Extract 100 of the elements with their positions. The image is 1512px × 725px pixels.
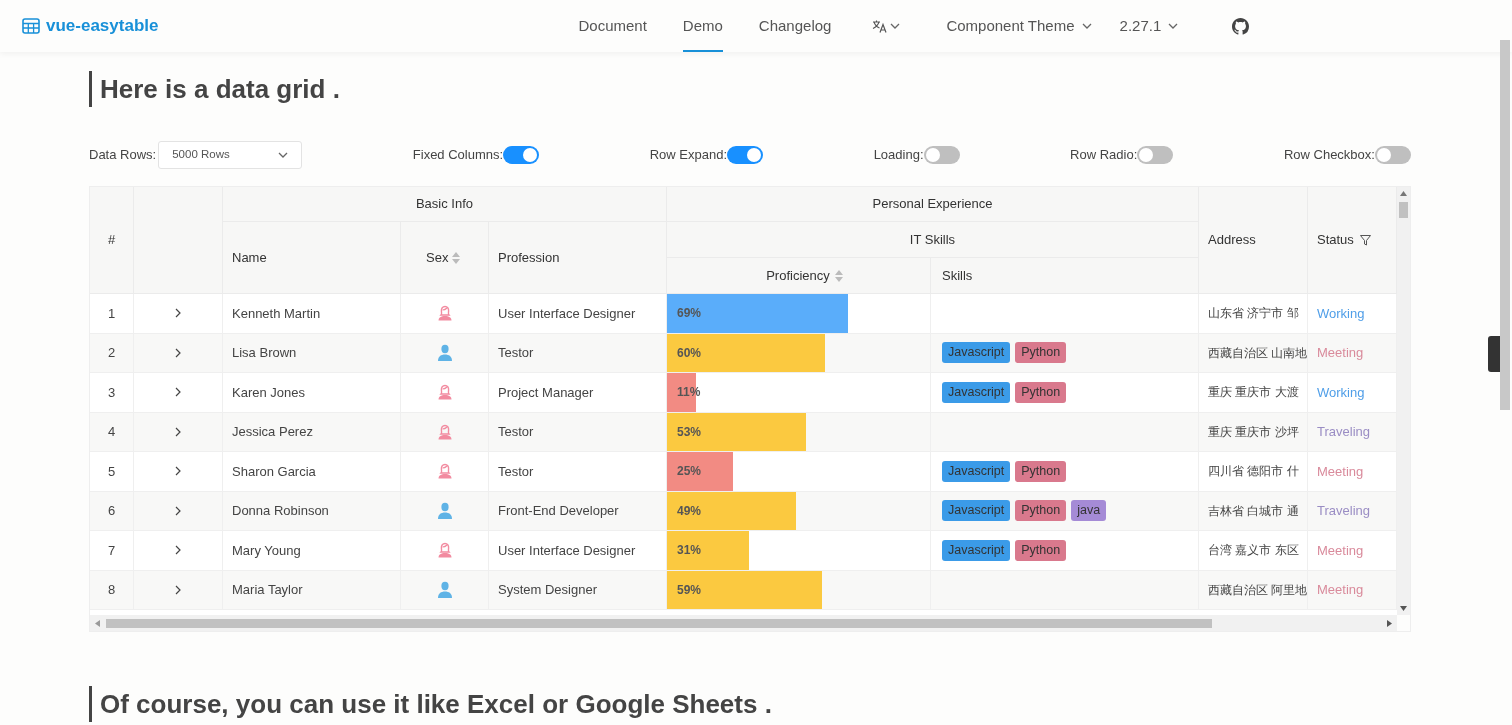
- skill-tag: Python: [1015, 500, 1067, 522]
- field-label: Data Rows:: [89, 146, 157, 165]
- expand-chevron-icon[interactable]: [175, 308, 181, 319]
- skill-tag: Python: [1015, 539, 1067, 561]
- row-number: 4: [107, 423, 116, 441]
- vertical-scrollbar[interactable]: [1397, 187, 1410, 615]
- translate-icon: [872, 19, 888, 33]
- percent-label: 60%: [677, 345, 702, 361]
- status-text: Traveling: [1317, 502, 1370, 520]
- theme-menu[interactable]: Component Theme: [946, 14, 1092, 38]
- column-header: Skills: [942, 266, 973, 285]
- row-number: 8: [107, 581, 116, 599]
- female-user-icon: [436, 384, 453, 401]
- toggle-label: Loading:: [873, 146, 924, 165]
- row-number: 5: [107, 462, 116, 481]
- expand-chevron-icon[interactable]: [175, 466, 181, 477]
- expand-chevron-icon[interactable]: [175, 387, 181, 398]
- horizontal-scrollbar[interactable]: [90, 615, 1397, 631]
- skill-tag: java: [1071, 500, 1107, 522]
- expand-chevron-icon[interactable]: [175, 545, 181, 556]
- language-menu[interactable]: [872, 19, 901, 33]
- table-cell-text: Donna Robinson: [232, 502, 329, 520]
- nav-link[interactable]: Document: [578, 0, 647, 52]
- table-cell-text: User Interface Designer: [498, 304, 636, 323]
- status-text: Working: [1317, 383, 1365, 402]
- table-cell-text: 山东省 济宁市 邹: [1208, 305, 1299, 323]
- percent-label: 53%: [677, 424, 702, 440]
- scroll-up-icon[interactable]: [1400, 191, 1407, 196]
- table-cell-text: 西藏自治区 山南地: [1208, 344, 1307, 362]
- toggle-switch[interactable]: [503, 146, 540, 164]
- skill-tag: Javascript: [942, 460, 1011, 482]
- table-cell-text: Jessica Perez: [232, 423, 313, 441]
- chevron-down-icon: [1168, 23, 1179, 29]
- scrollbar-thumb[interactable]: [106, 618, 1212, 628]
- table-cell-text: 吉林省 白城市 通: [1208, 502, 1299, 520]
- toggle-switch[interactable]: [923, 146, 960, 164]
- row-number: 3: [107, 383, 116, 402]
- chevron-down-icon: [890, 23, 901, 29]
- row-number: 1: [107, 304, 116, 323]
- toggle-label: Fixed Columns:: [412, 146, 504, 165]
- user-icon: [436, 502, 453, 520]
- status-text: Traveling: [1317, 423, 1370, 441]
- table-cell-text: Testor: [498, 344, 534, 362]
- section-heading: Here is a data grid .: [89, 71, 1411, 107]
- user-icon: [436, 581, 453, 599]
- skill-tag: Python: [1015, 381, 1067, 403]
- column-header: Status: [1317, 231, 1354, 250]
- version-menu[interactable]: 2.27.1: [1119, 14, 1179, 38]
- row-number: 7: [107, 541, 116, 560]
- skill-tag: Javascript: [942, 381, 1011, 403]
- toggle-switch[interactable]: [1374, 146, 1411, 164]
- skill-tag: Javascript: [942, 500, 1011, 522]
- rows-select[interactable]: 5000 Rows: [158, 141, 303, 169]
- nav-link[interactable]: Changelog: [758, 0, 832, 52]
- column-header: #: [107, 231, 116, 250]
- table-cell-text: Kenneth Martin: [232, 304, 321, 323]
- percent-label: 25%: [677, 464, 702, 479]
- scroll-left-icon[interactable]: [95, 619, 100, 627]
- column-header: Proficiency: [766, 266, 830, 285]
- table-cell-text: Sharon Garcia: [232, 462, 316, 481]
- column-group-header: Basic Info: [415, 195, 474, 214]
- nav-link[interactable]: Demo: [682, 0, 723, 52]
- female-user-icon: [436, 542, 453, 559]
- skill-tag: Python: [1015, 460, 1067, 482]
- expand-chevron-icon[interactable]: [175, 426, 181, 437]
- section-heading: Of course, you can use it like Excel or Google Sheets .: [89, 686, 772, 722]
- toggle-switch[interactable]: [1137, 146, 1174, 164]
- table-cell-text: User Interface Designer: [498, 541, 636, 560]
- expand-chevron-icon[interactable]: [175, 584, 181, 595]
- toggle-label: Row Checkbox:: [1283, 146, 1375, 165]
- user-icon: [436, 344, 453, 362]
- table-cell-text: 重庆 重庆市 沙坪: [1208, 423, 1299, 441]
- female-user-icon: [436, 463, 453, 480]
- table-cell-text: Karen Jones: [232, 383, 305, 402]
- female-user-icon: [436, 423, 453, 440]
- expand-chevron-icon[interactable]: [175, 347, 181, 358]
- status-text: Meeting: [1317, 344, 1364, 362]
- table-cell-text: Lisa Brown: [232, 344, 297, 362]
- skill-tag: Javascript: [942, 342, 1011, 364]
- toggle-label: Row Expand:: [649, 146, 728, 165]
- column-group-header: IT Skills: [909, 230, 956, 249]
- column-header: Name: [232, 248, 267, 267]
- table-icon: [22, 18, 40, 34]
- percent-label: 59%: [677, 582, 702, 598]
- side-handle[interactable]: [1488, 336, 1500, 372]
- status-text: Meeting: [1317, 462, 1364, 481]
- percent-label: 69%: [677, 306, 702, 321]
- table-cell-text: 重庆 重庆市 大渡: [1208, 384, 1299, 402]
- scroll-down-icon[interactable]: [1400, 606, 1407, 611]
- toggle-switch[interactable]: [727, 146, 764, 164]
- github-icon[interactable]: [1232, 17, 1250, 35]
- percent-label: 31%: [677, 543, 702, 558]
- page-scrollbar-thumb[interactable]: [1500, 40, 1510, 410]
- status-text: Working: [1317, 304, 1365, 323]
- scrollbar-thumb[interactable]: [1399, 202, 1408, 218]
- filter-icon[interactable]: [1359, 234, 1371, 246]
- skill-tag: Javascript: [942, 539, 1011, 561]
- row-number: 2: [107, 344, 116, 362]
- expand-chevron-icon[interactable]: [175, 505, 181, 516]
- scroll-right-icon[interactable]: [1387, 619, 1392, 627]
